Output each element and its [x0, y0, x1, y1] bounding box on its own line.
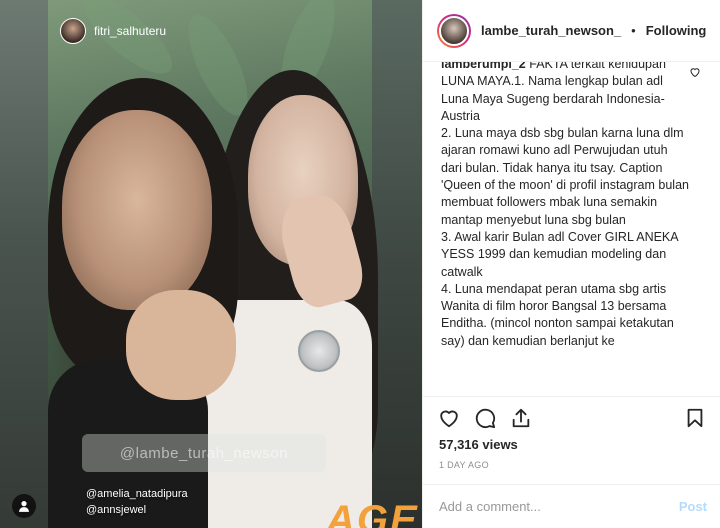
watermark-label: @lambe_turah_newson: [82, 434, 326, 472]
following-button[interactable]: Following: [646, 23, 707, 38]
save-button[interactable]: [683, 406, 707, 430]
person-left-hand: [126, 290, 236, 400]
overlay-sticker-text: AGE: [326, 498, 419, 528]
view-count[interactable]: 57,316 views: [439, 437, 518, 452]
media-blur-left: [0, 0, 48, 528]
comment-button[interactable]: [473, 406, 497, 430]
action-bar: [423, 396, 720, 438]
user-icon: [19, 501, 29, 512]
share-icon: [512, 408, 530, 428]
comments-scroll-area[interactable]: lamberumpi_2 FAKTA terkait kehidupan LUN…: [423, 62, 720, 396]
comment-like-heart-icon[interactable]: [689, 66, 701, 78]
tagged-users-button[interactable]: [12, 494, 36, 518]
post-age[interactable]: 1 DAY AGO: [439, 460, 489, 470]
post-media[interactable]: fitri_salhuteru @lambe_turah_newson @ame…: [0, 0, 422, 528]
story-tag: @amelia_natadipura: [86, 488, 188, 500]
bookmark-icon: [687, 408, 703, 428]
post-comment-button[interactable]: Post: [679, 499, 707, 514]
share-button[interactable]: [509, 406, 533, 430]
story-username: fitri_salhuteru: [94, 24, 167, 38]
like-button[interactable]: [437, 406, 461, 430]
caption-comment: lamberumpi_2 FAKTA terkait kehidupan LUN…: [441, 62, 689, 350]
wristwatch: [298, 330, 340, 372]
heart-icon: [440, 410, 458, 428]
post-sidebar: lambe_turah_newson_ • Following lamberum…: [422, 0, 720, 528]
post-header: lambe_turah_newson_ • Following: [423, 0, 720, 62]
author-avatar[interactable]: [437, 13, 471, 48]
comment-input[interactable]: [439, 499, 659, 514]
story-header: fitri_salhuteru: [60, 18, 166, 44]
comment-icon: [475, 408, 496, 429]
person-left-face: [62, 110, 212, 310]
story-avatar: [60, 18, 86, 44]
add-comment-bar: Post: [423, 484, 720, 528]
media-blur-right: [372, 0, 422, 528]
caption-username[interactable]: lamberumpi_2: [441, 62, 526, 71]
caption-text: FAKTA terkait kehidupan LUNA MAYA.1. Nam…: [441, 62, 689, 348]
story-tags: @amelia_natadipura @annsjewel: [86, 486, 188, 518]
author-username[interactable]: lambe_turah_newson_: [481, 23, 621, 38]
header-separator: •: [631, 23, 636, 38]
story-tag: @annsjewel: [86, 504, 147, 516]
